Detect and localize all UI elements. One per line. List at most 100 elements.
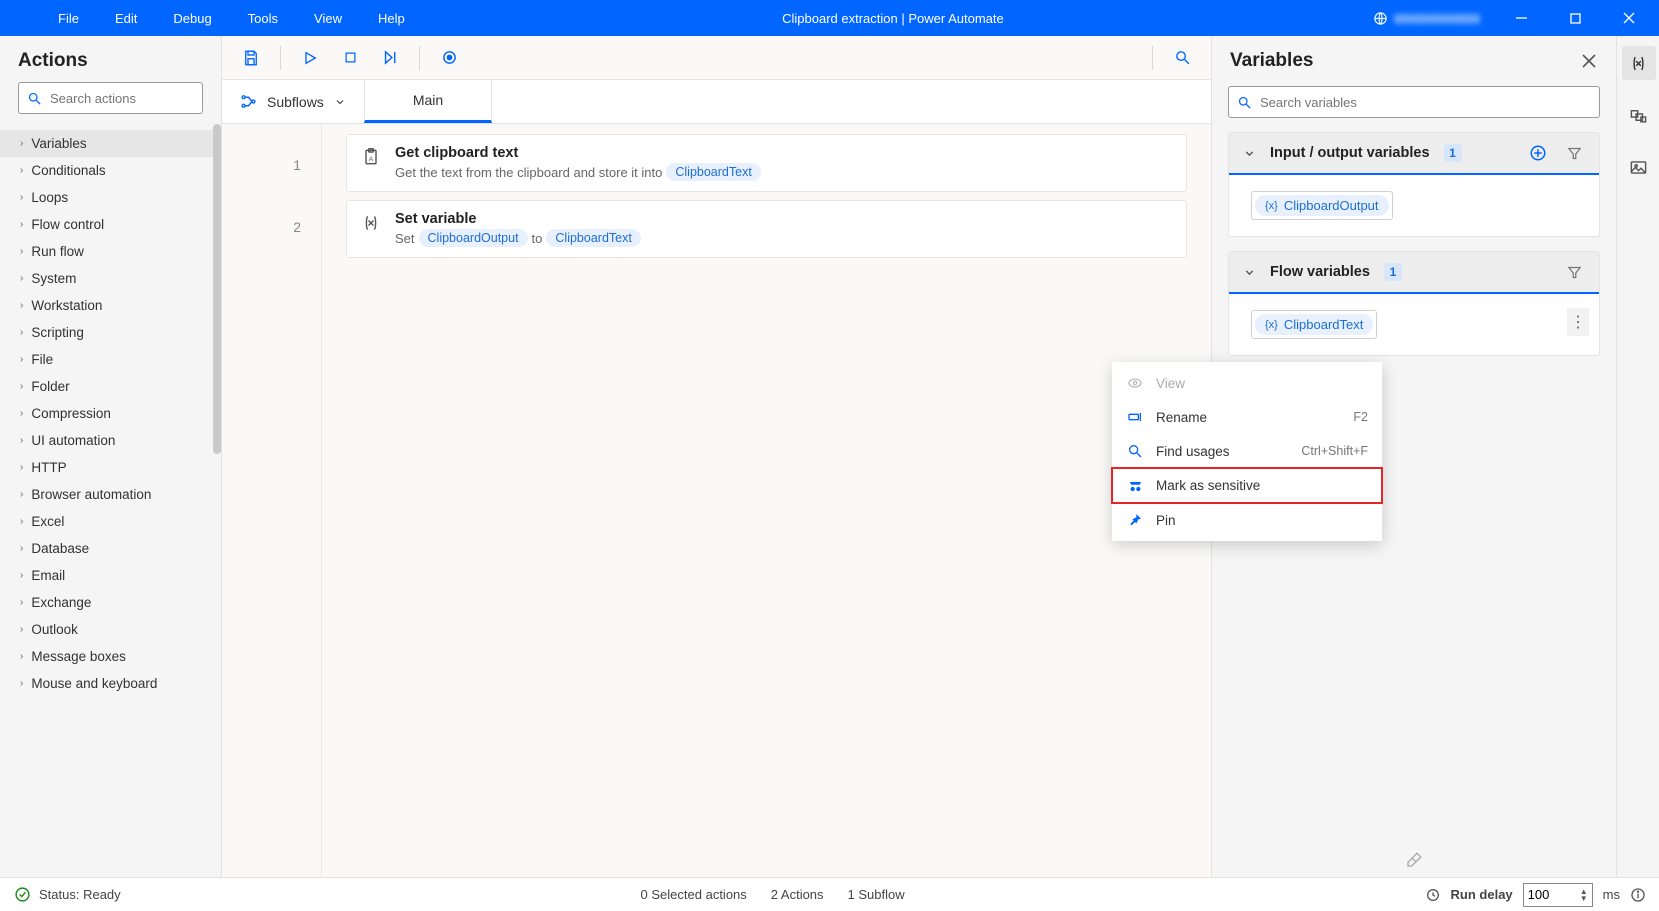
flow-variables-group: Flow variables 1 {x}ClipboardText ⋮ — [1228, 251, 1600, 356]
rail-ui-elements-button[interactable] — [1622, 98, 1656, 132]
info-icon[interactable] — [1630, 887, 1646, 903]
action-category[interactable]: ›Browser automation — [0, 481, 221, 508]
right-rail — [1616, 36, 1659, 877]
action-category-label: Folder — [31, 379, 69, 394]
status-actions: 2 Actions — [771, 887, 824, 902]
action-categories-list[interactable]: ›Variables›Conditionals›Loops›Flow contr… — [0, 124, 221, 877]
io-variables-title: Input / output variables — [1270, 145, 1430, 161]
context-menu-item-find-usages[interactable]: Find usages Ctrl+Shift+F — [1112, 434, 1382, 468]
action-category-label: Workstation — [31, 298, 102, 313]
variable-pill[interactable]: {x}ClipboardOutput — [1255, 195, 1389, 216]
tab-main[interactable]: Main — [364, 80, 492, 123]
maximize-button[interactable] — [1552, 0, 1598, 36]
action-category[interactable]: ›Exchange — [0, 589, 221, 616]
variables-search[interactable] — [1228, 86, 1600, 118]
titlebar: File Edit Debug Tools View Help Clipboar… — [0, 0, 1659, 36]
step-button[interactable] — [373, 41, 407, 75]
action-category[interactable]: ›Folder — [0, 373, 221, 400]
variables-search-input[interactable] — [1260, 95, 1591, 110]
run-delay-field[interactable] — [1528, 887, 1568, 902]
action-category[interactable]: ›Email — [0, 562, 221, 589]
minimize-button[interactable] — [1498, 0, 1544, 36]
context-menu-label: Rename — [1156, 410, 1207, 425]
close-window-button[interactable] — [1606, 0, 1652, 36]
add-variable-button[interactable] — [1526, 141, 1550, 165]
rename-icon — [1126, 409, 1144, 425]
flow-variables-title: Flow variables — [1270, 264, 1370, 280]
subflows-icon — [240, 93, 257, 110]
action-category-label: Conditionals — [31, 163, 105, 178]
actions-search-input[interactable] — [50, 91, 226, 106]
menu-help[interactable]: Help — [360, 3, 423, 34]
actions-search[interactable] — [18, 82, 203, 114]
workspace: Subflows Main 1 2 A Get clipboard text G… — [222, 36, 1211, 877]
rail-images-button[interactable] — [1622, 150, 1656, 184]
io-variables-header[interactable]: Input / output variables 1 — [1229, 133, 1599, 175]
close-panel-button[interactable] — [1578, 50, 1600, 72]
action-category[interactable]: ›Loops — [0, 184, 221, 211]
action-category[interactable]: ›HTTP — [0, 454, 221, 481]
action-category[interactable]: ›Flow control — [0, 211, 221, 238]
context-menu-item-mark-as-sensitive[interactable]: Mark as sensitive — [1112, 468, 1382, 503]
context-menu-shortcut: Ctrl+Shift+F — [1301, 444, 1368, 458]
action-category[interactable]: ›Scripting — [0, 319, 221, 346]
action-category[interactable]: ›UI automation — [0, 427, 221, 454]
action-category[interactable]: ›Message boxes — [0, 643, 221, 670]
action-category[interactable]: ›Mouse and keyboard — [0, 670, 221, 697]
action-category[interactable]: ›Database — [0, 535, 221, 562]
save-button[interactable] — [234, 41, 268, 75]
spinner-buttons[interactable]: ▲▼ — [1580, 888, 1588, 902]
line-number: 1 — [222, 134, 321, 196]
action-category[interactable]: ›File — [0, 346, 221, 373]
context-menu-label: View — [1156, 376, 1185, 391]
status-selected: 0 Selected actions — [641, 887, 747, 902]
action-category-label: UI automation — [31, 433, 115, 448]
subflows-dropdown[interactable]: Subflows — [222, 80, 364, 123]
flow-step[interactable]: Set variable Set ClipboardOutput to Clip… — [346, 200, 1187, 258]
variable-options-button[interactable]: ⋮ — [1567, 308, 1589, 336]
menu-view[interactable]: View — [296, 3, 360, 34]
record-button[interactable] — [432, 41, 466, 75]
search-flow-button[interactable] — [1165, 41, 1199, 75]
filter-icon[interactable] — [1564, 262, 1585, 283]
scrollbar-thumb[interactable] — [213, 124, 221, 454]
chevron-right-icon: › — [20, 597, 23, 608]
context-menu-item-pin[interactable]: Pin — [1112, 503, 1382, 537]
eraser-icon[interactable] — [1212, 847, 1616, 877]
variable-pill[interactable]: {x}ClipboardText — [1255, 314, 1373, 335]
menu-file[interactable]: File — [40, 3, 97, 34]
stop-button[interactable] — [333, 41, 367, 75]
chevron-down-icon — [334, 96, 346, 108]
chevron-right-icon: › — [20, 192, 23, 203]
step-title: Get clipboard text — [395, 145, 1172, 161]
action-category[interactable]: ›Outlook — [0, 616, 221, 643]
environment-chip[interactable]: ▮▮▮▮▮▮▮▮▮▮▮▮▮ — [1363, 8, 1490, 29]
action-category-label: File — [31, 352, 53, 367]
menu-tools[interactable]: Tools — [230, 3, 296, 34]
menu-edit[interactable]: Edit — [97, 3, 155, 34]
flow-step[interactable]: A Get clipboard text Get the text from t… — [346, 134, 1187, 192]
menu-debug[interactable]: Debug — [155, 3, 229, 34]
chevron-right-icon: › — [20, 246, 23, 257]
action-category[interactable]: ›Run flow — [0, 238, 221, 265]
action-category[interactable]: ›Conditionals — [0, 157, 221, 184]
action-category-label: Database — [31, 541, 89, 556]
chevron-right-icon: › — [20, 516, 23, 527]
rail-variables-button[interactable] — [1622, 46, 1656, 80]
variable-chip: ClipboardText — [546, 229, 640, 247]
action-category[interactable]: ›Variables — [0, 130, 221, 157]
action-category[interactable]: ›System — [0, 265, 221, 292]
step-desc-text: Set — [395, 231, 415, 246]
flow-variables-header[interactable]: Flow variables 1 — [1229, 252, 1599, 294]
run-button[interactable] — [293, 41, 327, 75]
action-category[interactable]: ›Workstation — [0, 292, 221, 319]
context-menu-label: Find usages — [1156, 444, 1230, 459]
action-category[interactable]: ›Compression — [0, 400, 221, 427]
run-delay-input[interactable]: ▲▼ — [1523, 883, 1593, 907]
filter-icon[interactable] — [1564, 143, 1585, 164]
action-category-label: HTTP — [31, 460, 66, 475]
context-menu-item-rename[interactable]: RenameF2 — [1112, 400, 1382, 434]
globe-icon — [1373, 11, 1388, 26]
action-category-label: System — [31, 271, 76, 286]
action-category[interactable]: ›Excel — [0, 508, 221, 535]
